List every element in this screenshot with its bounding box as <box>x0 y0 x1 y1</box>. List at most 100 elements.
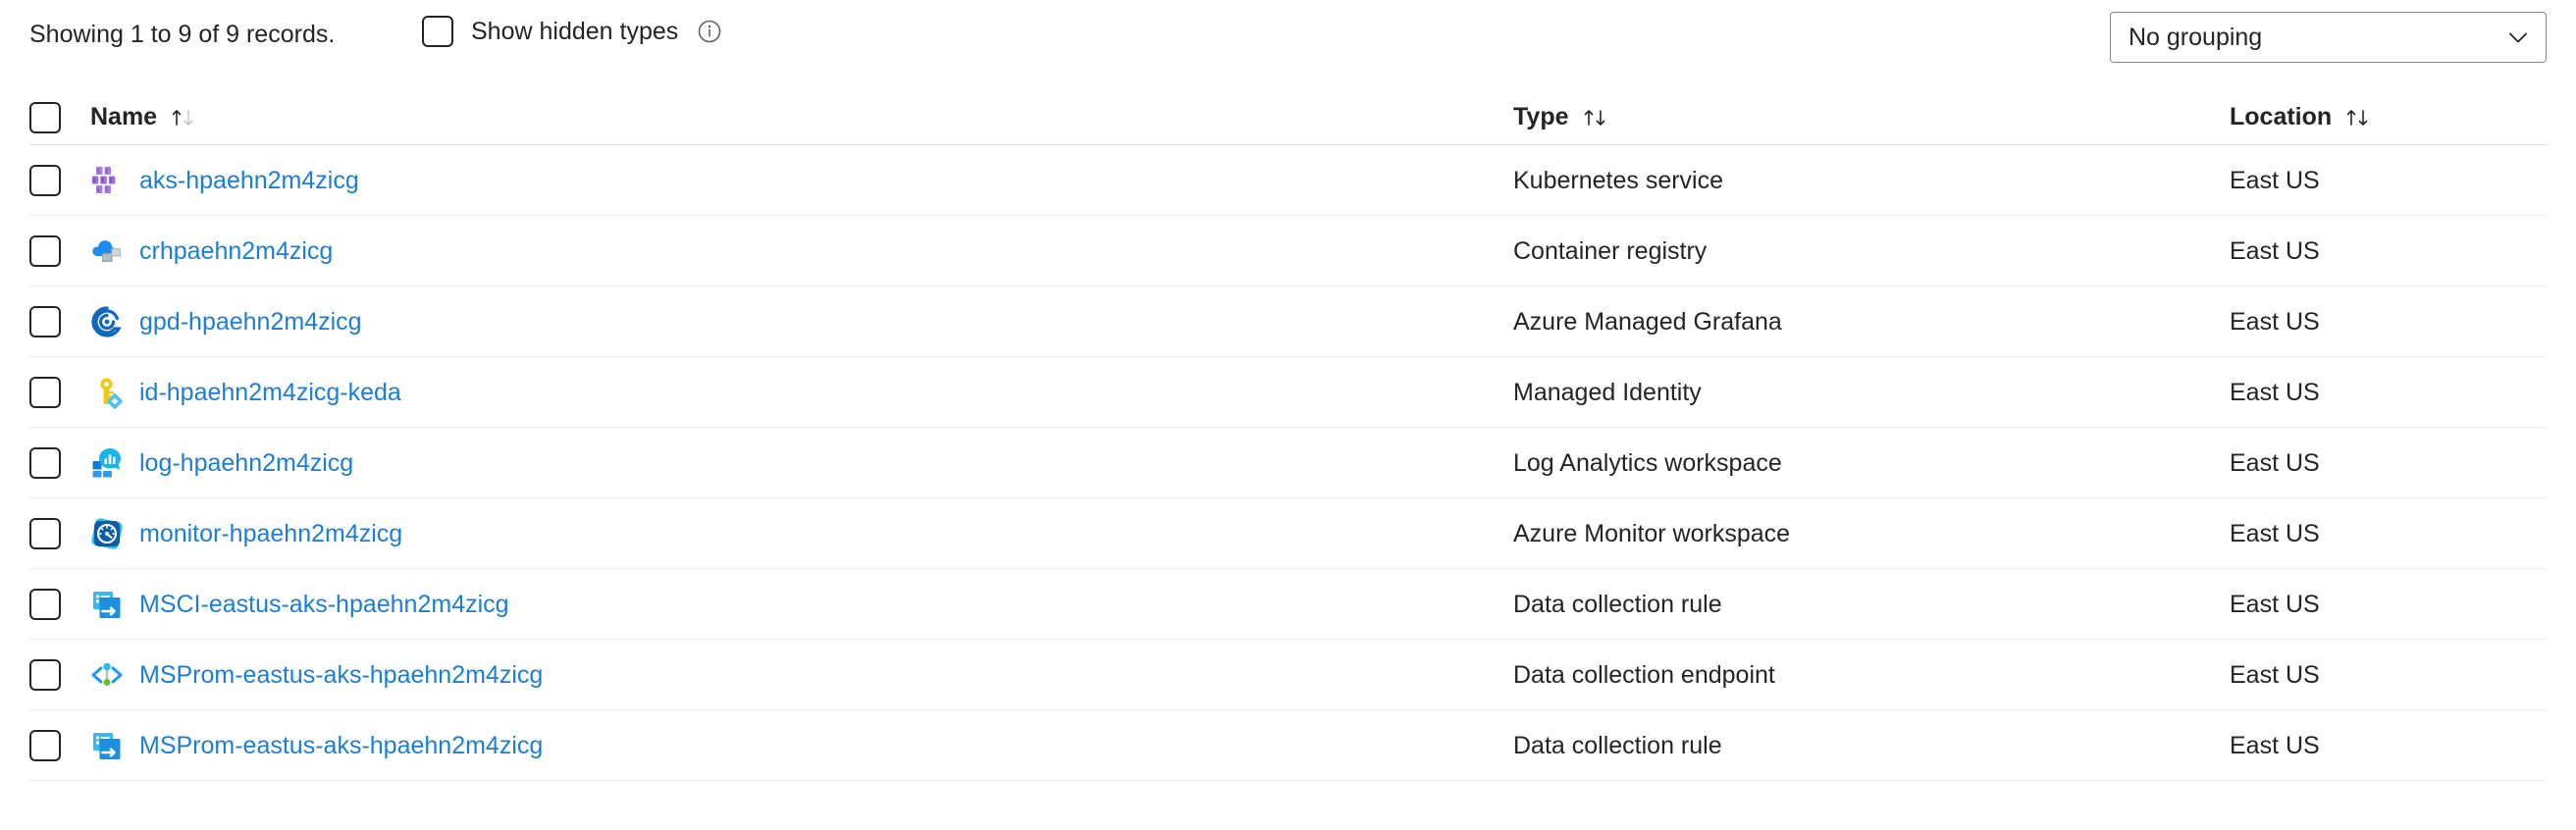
row-select-cell[interactable] <box>29 517 90 549</box>
resource-type-label: Azure Monitor workspace <box>1513 519 1791 547</box>
table-row[interactable]: crhpaehn2m4zicg Container registry East US <box>29 216 2547 286</box>
row-checkbox[interactable] <box>29 305 61 337</box>
resource-type-cell: Data collection endpoint <box>1513 660 2230 690</box>
info-circle-icon[interactable] <box>696 18 723 45</box>
resource-location-cell: East US <box>2230 166 2547 195</box>
row-checkbox[interactable] <box>29 729 61 761</box>
select-all-checkbox[interactable] <box>29 101 61 133</box>
table-row[interactable]: aks-hpaehn2m4zicg Kubernetes service East … <box>29 145 2547 216</box>
resource-name-cell: MSCI-eastus-aks-hpaehn2m4zicg <box>90 588 1513 621</box>
resource-name-cell: log-hpaehn2m4zicg <box>90 446 1513 480</box>
azure-monitor-workspace-icon <box>90 517 124 550</box>
resource-location-cell: East US <box>2230 378 2547 407</box>
row-select-cell[interactable] <box>29 446 90 479</box>
resource-type-cell: Data collection rule <box>1513 590 2230 619</box>
table-row[interactable]: log-hpaehn2m4zicg Log Analytics workspace… <box>29 428 2547 498</box>
resource-name-link[interactable]: aks-hpaehn2m4zicg <box>139 166 359 195</box>
resource-type-cell: Azure Monitor workspace <box>1513 519 2230 548</box>
resource-type-cell: Log Analytics workspace <box>1513 448 2230 478</box>
resource-type-cell: Kubernetes service <box>1513 166 2230 195</box>
row-checkbox[interactable] <box>29 446 61 479</box>
resource-list-page: Showing 1 to 9 of 9 records. Show hidden… <box>0 0 2576 830</box>
row-checkbox[interactable] <box>29 376 61 408</box>
sort-icon[interactable] <box>2343 104 2373 131</box>
resource-name-link[interactable]: log-hpaehn2m4zicg <box>139 448 353 478</box>
records-count-label: Showing 1 to 9 of 9 records. <box>29 21 336 48</box>
resource-name-cell: gpd-hpaehn2m4zicg <box>90 305 1513 338</box>
row-checkbox[interactable] <box>29 234 61 267</box>
resource-location-cell: East US <box>2230 519 2547 548</box>
grouping-selected-value: No grouping <box>2129 24 2263 51</box>
column-header-location[interactable]: Location <box>2230 103 2547 131</box>
column-header-name[interactable]: Name <box>90 103 1513 131</box>
sort-icon[interactable] <box>1581 104 1610 131</box>
row-select-cell[interactable] <box>29 164 90 196</box>
kubernetes-service-icon <box>90 164 124 197</box>
resource-type-label: Azure Managed Grafana <box>1513 307 1782 336</box>
table-row[interactable]: gpd-hpaehn2m4zicg Azure Managed Grafana Ea… <box>29 286 2547 357</box>
table-row[interactable]: id-hpaehn2m4zicg-keda Managed Identity Eas… <box>29 357 2547 428</box>
row-checkbox[interactable] <box>29 588 61 620</box>
resource-location-label: East US <box>2230 236 2320 265</box>
column-header-type[interactable]: Type <box>1513 103 2230 131</box>
resource-location-label: East US <box>2230 590 2320 618</box>
resource-name-cell: monitor-hpaehn2m4zicg <box>90 517 1513 550</box>
table-row[interactable]: MSProm-eastus-aks-hpaehn2m4zicg Data coll… <box>29 640 2547 710</box>
resource-location-cell: East US <box>2230 448 2547 478</box>
show-hidden-types-label: Show hidden types <box>471 18 679 45</box>
row-select-cell[interactable] <box>29 588 90 620</box>
resource-type-label: Log Analytics workspace <box>1513 448 1782 477</box>
data-collection-rule-icon <box>90 729 124 762</box>
managed-identity-icon <box>90 376 124 409</box>
data-collection-endpoint-icon <box>90 658 124 692</box>
resource-location-cell: East US <box>2230 307 2547 337</box>
resource-name-link[interactable]: MSProm-eastus-aks-hpaehn2m4zicg <box>139 660 543 690</box>
resource-location-cell: East US <box>2230 731 2547 760</box>
azure-managed-grafana-icon <box>90 305 124 338</box>
row-select-cell[interactable] <box>29 234 90 267</box>
resource-location-label: East US <box>2230 731 2320 759</box>
resource-name-link[interactable]: id-hpaehn2m4zicg-keda <box>139 378 401 407</box>
row-select-cell[interactable] <box>29 376 90 408</box>
select-all-cell[interactable] <box>29 101 90 133</box>
resource-type-label: Container registry <box>1513 236 1708 265</box>
row-select-cell[interactable] <box>29 729 90 761</box>
chevron-down-icon[interactable] <box>2504 24 2532 51</box>
resource-type-label: Data collection rule <box>1513 590 1722 618</box>
resource-type-label: Data collection rule <box>1513 731 1722 759</box>
resource-location-label: East US <box>2230 166 2320 194</box>
resource-type-cell: Container registry <box>1513 236 2230 266</box>
resource-name-link[interactable]: MSCI-eastus-aks-hpaehn2m4zicg <box>139 590 509 619</box>
row-select-cell[interactable] <box>29 658 90 691</box>
resource-name-link[interactable]: monitor-hpaehn2m4zicg <box>139 519 402 548</box>
row-select-cell[interactable] <box>29 305 90 337</box>
resource-name-link[interactable]: gpd-hpaehn2m4zicg <box>139 307 362 337</box>
resource-location-label: East US <box>2230 519 2320 547</box>
row-checkbox[interactable] <box>29 164 61 196</box>
row-checkbox[interactable] <box>29 517 61 549</box>
table-row[interactable]: MSProm-eastus-aks-hpaehn2m4zicg Data coll… <box>29 710 2547 781</box>
resource-location-label: East US <box>2230 307 2320 336</box>
resource-location-label: East US <box>2230 448 2320 477</box>
column-header-type-label: Type <box>1513 103 1569 130</box>
resource-name-cell: crhpaehn2m4zicg <box>90 234 1513 268</box>
resource-location-label: East US <box>2230 660 2320 689</box>
resource-name-link[interactable]: crhpaehn2m4zicg <box>139 236 333 266</box>
resource-name-cell: aks-hpaehn2m4zicg <box>90 164 1513 197</box>
data-collection-rule-icon <box>90 588 124 621</box>
table-row[interactable]: monitor-hpaehn2m4zicg Azure Monitor works… <box>29 498 2547 569</box>
grouping-dropdown[interactable]: No grouping <box>2110 12 2547 63</box>
sort-ascending-icon[interactable] <box>169 104 198 131</box>
resource-type-label: Managed Identity <box>1513 378 1702 406</box>
column-header-location-label: Location <box>2230 103 2333 130</box>
table-row[interactable]: MSCI-eastus-aks-hpaehn2m4zicg Data collec… <box>29 569 2547 640</box>
show-hidden-types-checkbox[interactable] <box>422 16 453 47</box>
show-hidden-types-group[interactable]: Show hidden types <box>422 16 723 47</box>
row-checkbox[interactable] <box>29 658 61 691</box>
resource-name-link[interactable]: MSProm-eastus-aks-hpaehn2m4zicg <box>139 731 543 760</box>
resource-type-cell: Managed Identity <box>1513 378 2230 407</box>
resource-type-label: Data collection endpoint <box>1513 660 1775 689</box>
resource-location-cell: East US <box>2230 236 2547 266</box>
resource-location-label: East US <box>2230 378 2320 406</box>
resource-name-cell: id-hpaehn2m4zicg-keda <box>90 376 1513 409</box>
